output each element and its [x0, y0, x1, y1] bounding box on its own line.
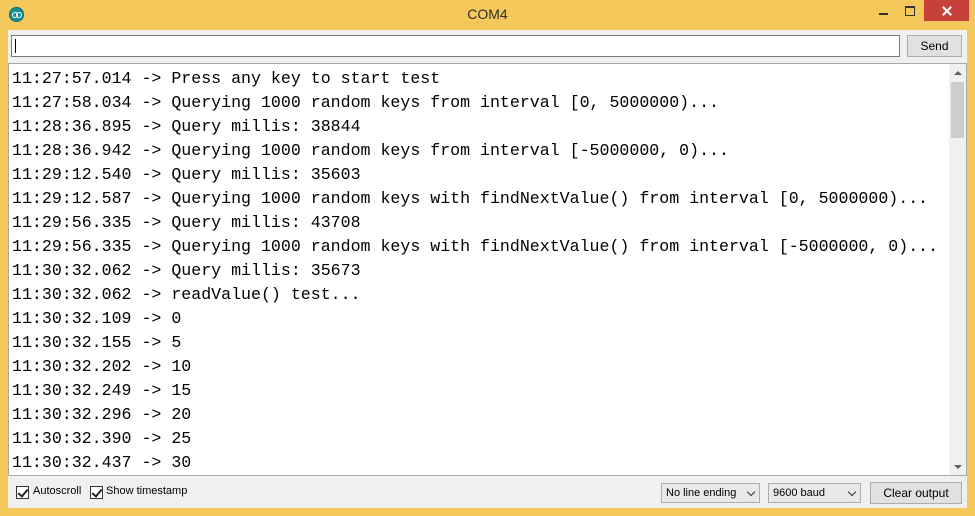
window-title: COM4: [467, 6, 508, 22]
output-line: 11:27:57.014 -> Press any key to start t…: [12, 69, 441, 88]
minimize-button[interactable]: [870, 0, 897, 22]
scrollbar-thumb[interactable]: [951, 82, 964, 138]
output-line: 11:30:32.390 -> 25: [12, 429, 192, 448]
vertical-scrollbar[interactable]: [949, 64, 966, 475]
output-line: 11:28:36.942 -> Querying 1000 random key…: [12, 141, 729, 160]
output-line: 11:30:32.437 -> 30: [12, 453, 192, 472]
serial-monitor-window: COM4 Send 11:27:57.014 -> Press any key …: [0, 0, 975, 516]
autoscroll-label[interactable]: Autoscroll: [33, 485, 81, 497]
output-line: 11:28:36.895 -> Query millis: 38844: [12, 117, 361, 136]
close-button[interactable]: [924, 0, 969, 21]
maximize-button[interactable]: [897, 0, 924, 22]
output-line: 11:29:12.587 -> Querying 1000 random key…: [12, 189, 929, 208]
clear-output-button[interactable]: Clear output: [870, 482, 962, 504]
output-line: 11:30:32.155 -> 5: [12, 333, 182, 352]
client-area: Send 11:27:57.014 -> Press any key to st…: [8, 30, 967, 508]
output-line: 11:30:32.249 -> 15: [12, 381, 192, 400]
text-caret: [15, 39, 16, 53]
scroll-up-arrow-icon[interactable]: [949, 64, 966, 81]
chevron-down-icon: [847, 487, 857, 497]
scroll-down-arrow-icon[interactable]: [949, 458, 966, 475]
chevron-down-icon: [746, 487, 756, 497]
send-button[interactable]: Send: [907, 35, 962, 57]
baud-rate-select[interactable]: 9600 baud: [768, 483, 861, 503]
show-timestamp-label[interactable]: Show timestamp: [106, 485, 187, 497]
output-line: 11:29:12.540 -> Query millis: 35603: [12, 165, 361, 184]
serial-output[interactable]: 11:27:57.014 -> Press any key to start t…: [8, 63, 967, 476]
output-line: 11:29:56.335 -> Query millis: 43708: [12, 213, 361, 232]
show-timestamp-checkbox[interactable]: [90, 486, 103, 499]
output-line: 11:30:32.296 -> 20: [12, 405, 192, 424]
output-line: 11:30:32.202 -> 10: [12, 357, 192, 376]
bottom-bar: Autoscroll Show timestamp No line ending…: [8, 479, 967, 508]
output-lines: 11:27:57.014 -> Press any key to start t…: [12, 67, 947, 475]
baud-rate-value: 9600 baud: [773, 487, 825, 499]
output-line: 11:29:56.335 -> Querying 1000 random key…: [12, 237, 939, 256]
output-line: 11:30:32.109 -> 0: [12, 309, 182, 328]
output-line: 11:30:32.062 -> Query millis: 35673: [12, 261, 361, 280]
autoscroll-checkbox[interactable]: [16, 486, 29, 499]
line-ending-select[interactable]: No line ending: [661, 483, 760, 503]
output-line: 11:30:32.062 -> readValue() test...: [12, 285, 361, 304]
line-ending-value: No line ending: [666, 487, 737, 499]
output-line: 11:27:58.034 -> Querying 1000 random key…: [12, 93, 720, 112]
serial-input[interactable]: [11, 35, 900, 57]
title-bar[interactable]: COM4: [0, 0, 975, 30]
